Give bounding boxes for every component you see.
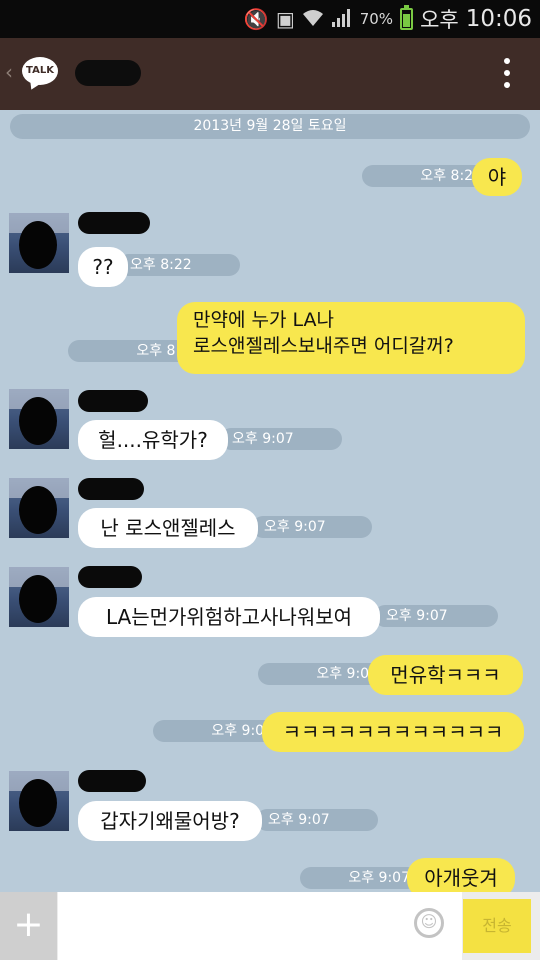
- date-divider: 2013년 9월 28일 토요일: [10, 114, 530, 139]
- message-line: 만약에 누가 LA나: [193, 309, 334, 331]
- back-icon[interactable]: ‹: [5, 60, 13, 84]
- message-time: 오후 9:07: [220, 428, 342, 450]
- message-bubble-theirs[interactable]: 헐....유학가?: [78, 420, 228, 460]
- message-time: 오후 9:07: [300, 867, 418, 889]
- screenshot-icon: ▣: [275, 7, 295, 31]
- message-bubble-mine[interactable]: ㅋㅋㅋㅋㅋㅋㅋㅋㅋㅋㅋㅋ: [262, 712, 524, 752]
- chat-partner-name-redacted: [75, 60, 141, 86]
- mute-icon: 🔇: [243, 7, 269, 31]
- kakaotalk-logo[interactable]: TALK: [22, 57, 58, 85]
- signal-icon: [331, 8, 353, 31]
- input-bar: +: [0, 892, 540, 960]
- message-bubble-theirs[interactable]: 난 로스앤젤레스: [78, 508, 258, 548]
- status-time: 10:06: [465, 6, 532, 32]
- message-bubble-mine[interactable]: 야: [472, 158, 522, 196]
- sender-name-redacted: [78, 390, 148, 412]
- battery-icon: [400, 5, 414, 30]
- message-time: 오후 9:07: [374, 605, 498, 627]
- wifi-icon: [302, 8, 324, 31]
- message-time: 오후 9:07: [258, 663, 386, 685]
- chat-header: ‹ TALK: [0, 38, 540, 110]
- message-time: 오후 8:22: [362, 165, 490, 187]
- battery-percent: 70%: [359, 10, 394, 28]
- send-button[interactable]: 전송: [463, 899, 531, 953]
- sender-name-redacted: [78, 212, 150, 234]
- message-line: 로스앤젤레스보내주면 어디갈꺼?: [193, 334, 454, 357]
- message-bubble-mine[interactable]: 만약에 누가 LA나 로스앤젤레스보내주면 어디갈꺼?: [177, 302, 525, 374]
- message-bubble-mine[interactable]: 먼유학ㅋㅋㅋ: [368, 655, 523, 695]
- emoticon-icon[interactable]: ☺: [414, 908, 444, 938]
- more-options-icon[interactable]: [504, 58, 510, 88]
- avatar[interactable]: [9, 389, 69, 449]
- avatar[interactable]: [9, 213, 69, 273]
- sender-name-redacted: [78, 478, 144, 500]
- add-attachment-button[interactable]: +: [0, 892, 57, 960]
- message-time: 오후 9:07: [256, 809, 378, 831]
- status-ampm: 오후: [420, 8, 459, 32]
- message-time: 오후 9:07: [252, 516, 372, 538]
- avatar[interactable]: [9, 771, 69, 831]
- message-bubble-theirs[interactable]: LA는먼가위험하고사나워보여: [78, 597, 380, 637]
- message-bubble-theirs[interactable]: 갑자기왜물어방?: [78, 801, 262, 841]
- avatar[interactable]: [9, 567, 69, 627]
- avatar[interactable]: [9, 478, 69, 538]
- sender-name-redacted: [78, 770, 146, 792]
- message-bubble-theirs[interactable]: ??: [78, 247, 128, 287]
- message-input[interactable]: [58, 892, 462, 960]
- message-time: 오후 8:22: [118, 254, 240, 276]
- sender-name-redacted: [78, 566, 142, 588]
- status-bar: 🔇 ▣ 70% 오후 10:06: [0, 0, 540, 38]
